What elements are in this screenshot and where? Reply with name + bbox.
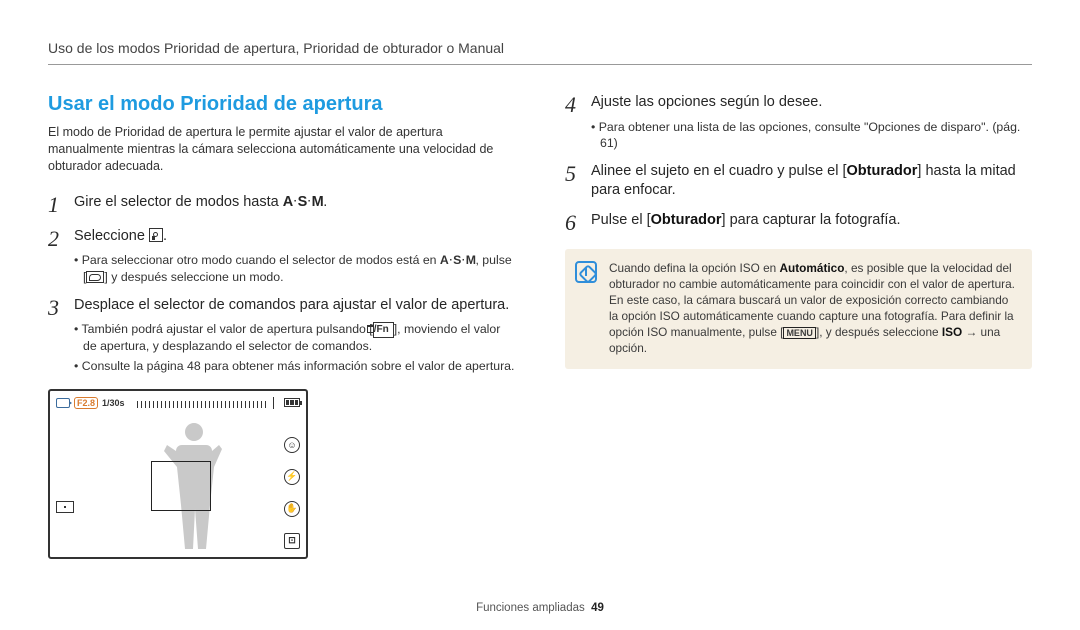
divider (273, 397, 274, 409)
step-1: 1 Gire el selector de modos hasta A·S·M. (48, 193, 515, 217)
info-icon (575, 261, 597, 283)
step-text: Seleccione (74, 228, 149, 244)
step-3: 3 Desplace el selector de comandos para … (48, 296, 515, 375)
step-bullet: Para obtener una lista de las opciones, … (591, 119, 1032, 152)
step-text: Desplace el selector de comandos para aj… (74, 297, 509, 313)
aperture-mode-icon (149, 228, 163, 242)
battery-icon (284, 398, 300, 407)
exposure-scale (133, 398, 263, 408)
step-number: 3 (48, 296, 74, 375)
step-text-after: . (163, 228, 167, 244)
step-bullet: Consulte la página 48 para obtener más i… (74, 358, 515, 375)
movie-icon (56, 398, 70, 408)
metering-icon: ⊡ (284, 533, 300, 549)
left-column: Usar el modo Prioridad de apertura El mo… (48, 93, 515, 559)
aperture-badge: F2.8 (74, 397, 98, 409)
step-number: 6 (565, 211, 591, 235)
step-6: 6 Pulse el [Obturador] para capturar la … (565, 211, 1032, 235)
step-5: 5 Alinee el sujeto en el cuadro y pulse … (565, 162, 1032, 201)
step-bullet: También podrá ajustar el valor de apertu… (74, 321, 515, 354)
step-text: Alinee el sujeto en el cuadro y pulse el… (591, 163, 1016, 199)
step-text: Ajuste las opciones según lo desee. (591, 94, 822, 110)
footer-section: Funciones ampliadas (476, 602, 585, 614)
section-intro: El modo de Prioridad de apertura le perm… (48, 124, 515, 175)
step-text-after: . (323, 194, 327, 210)
stabilizer-icon: ✋ (284, 501, 300, 517)
face-detect-icon: ☺ (284, 437, 300, 453)
step-number: 2 (48, 227, 74, 286)
step-text: Pulse el [Obturador] para capturar la fo… (591, 212, 900, 228)
flash-icon: ⚡ (284, 469, 300, 485)
menu-key-icon: MENU (783, 327, 816, 339)
right-indicators: ☺ ⚡ ✋ ⊡ (284, 437, 300, 549)
trash-fn-key-icon: /Fn (373, 322, 394, 338)
section-title: Usar el modo Prioridad de apertura (48, 93, 515, 116)
step-4: 4 Ajuste las opciones según lo desee. Pa… (565, 93, 1032, 152)
asm-icon: A·S·M (440, 253, 476, 267)
back-key-icon (86, 271, 104, 283)
step-2: 2 Seleccione . Para seleccionar otro mod… (48, 227, 515, 286)
camera-lcd-illustration: F2.8 1/30s ☺ ⚡ ✋ ⊡ (48, 389, 308, 559)
footer-page-number: 49 (591, 602, 604, 614)
step-number: 5 (565, 162, 591, 201)
af-point-icon (56, 501, 74, 513)
header-rule (48, 64, 1032, 65)
page-footer: Funciones ampliadas 49 (0, 602, 1080, 614)
shutter-readout: 1/30s (102, 398, 125, 408)
right-column: 4 Ajuste las opciones según lo desee. Pa… (565, 93, 1032, 559)
note-text: Cuando defina la opción ISO en Automátic… (609, 261, 1015, 355)
page-header: Uso de los modos Prioridad de apertura, … (48, 40, 1032, 56)
step-number: 1 (48, 193, 74, 217)
step-bullet: Para seleccionar otro modo cuando el sel… (74, 252, 515, 285)
step-text: Gire el selector de modos hasta (74, 194, 283, 210)
step-number: 4 (565, 93, 591, 152)
asm-icon: A·S·M (283, 194, 323, 210)
focus-bracket (151, 461, 211, 511)
info-note: Cuando defina la opción ISO en Automátic… (565, 249, 1032, 369)
